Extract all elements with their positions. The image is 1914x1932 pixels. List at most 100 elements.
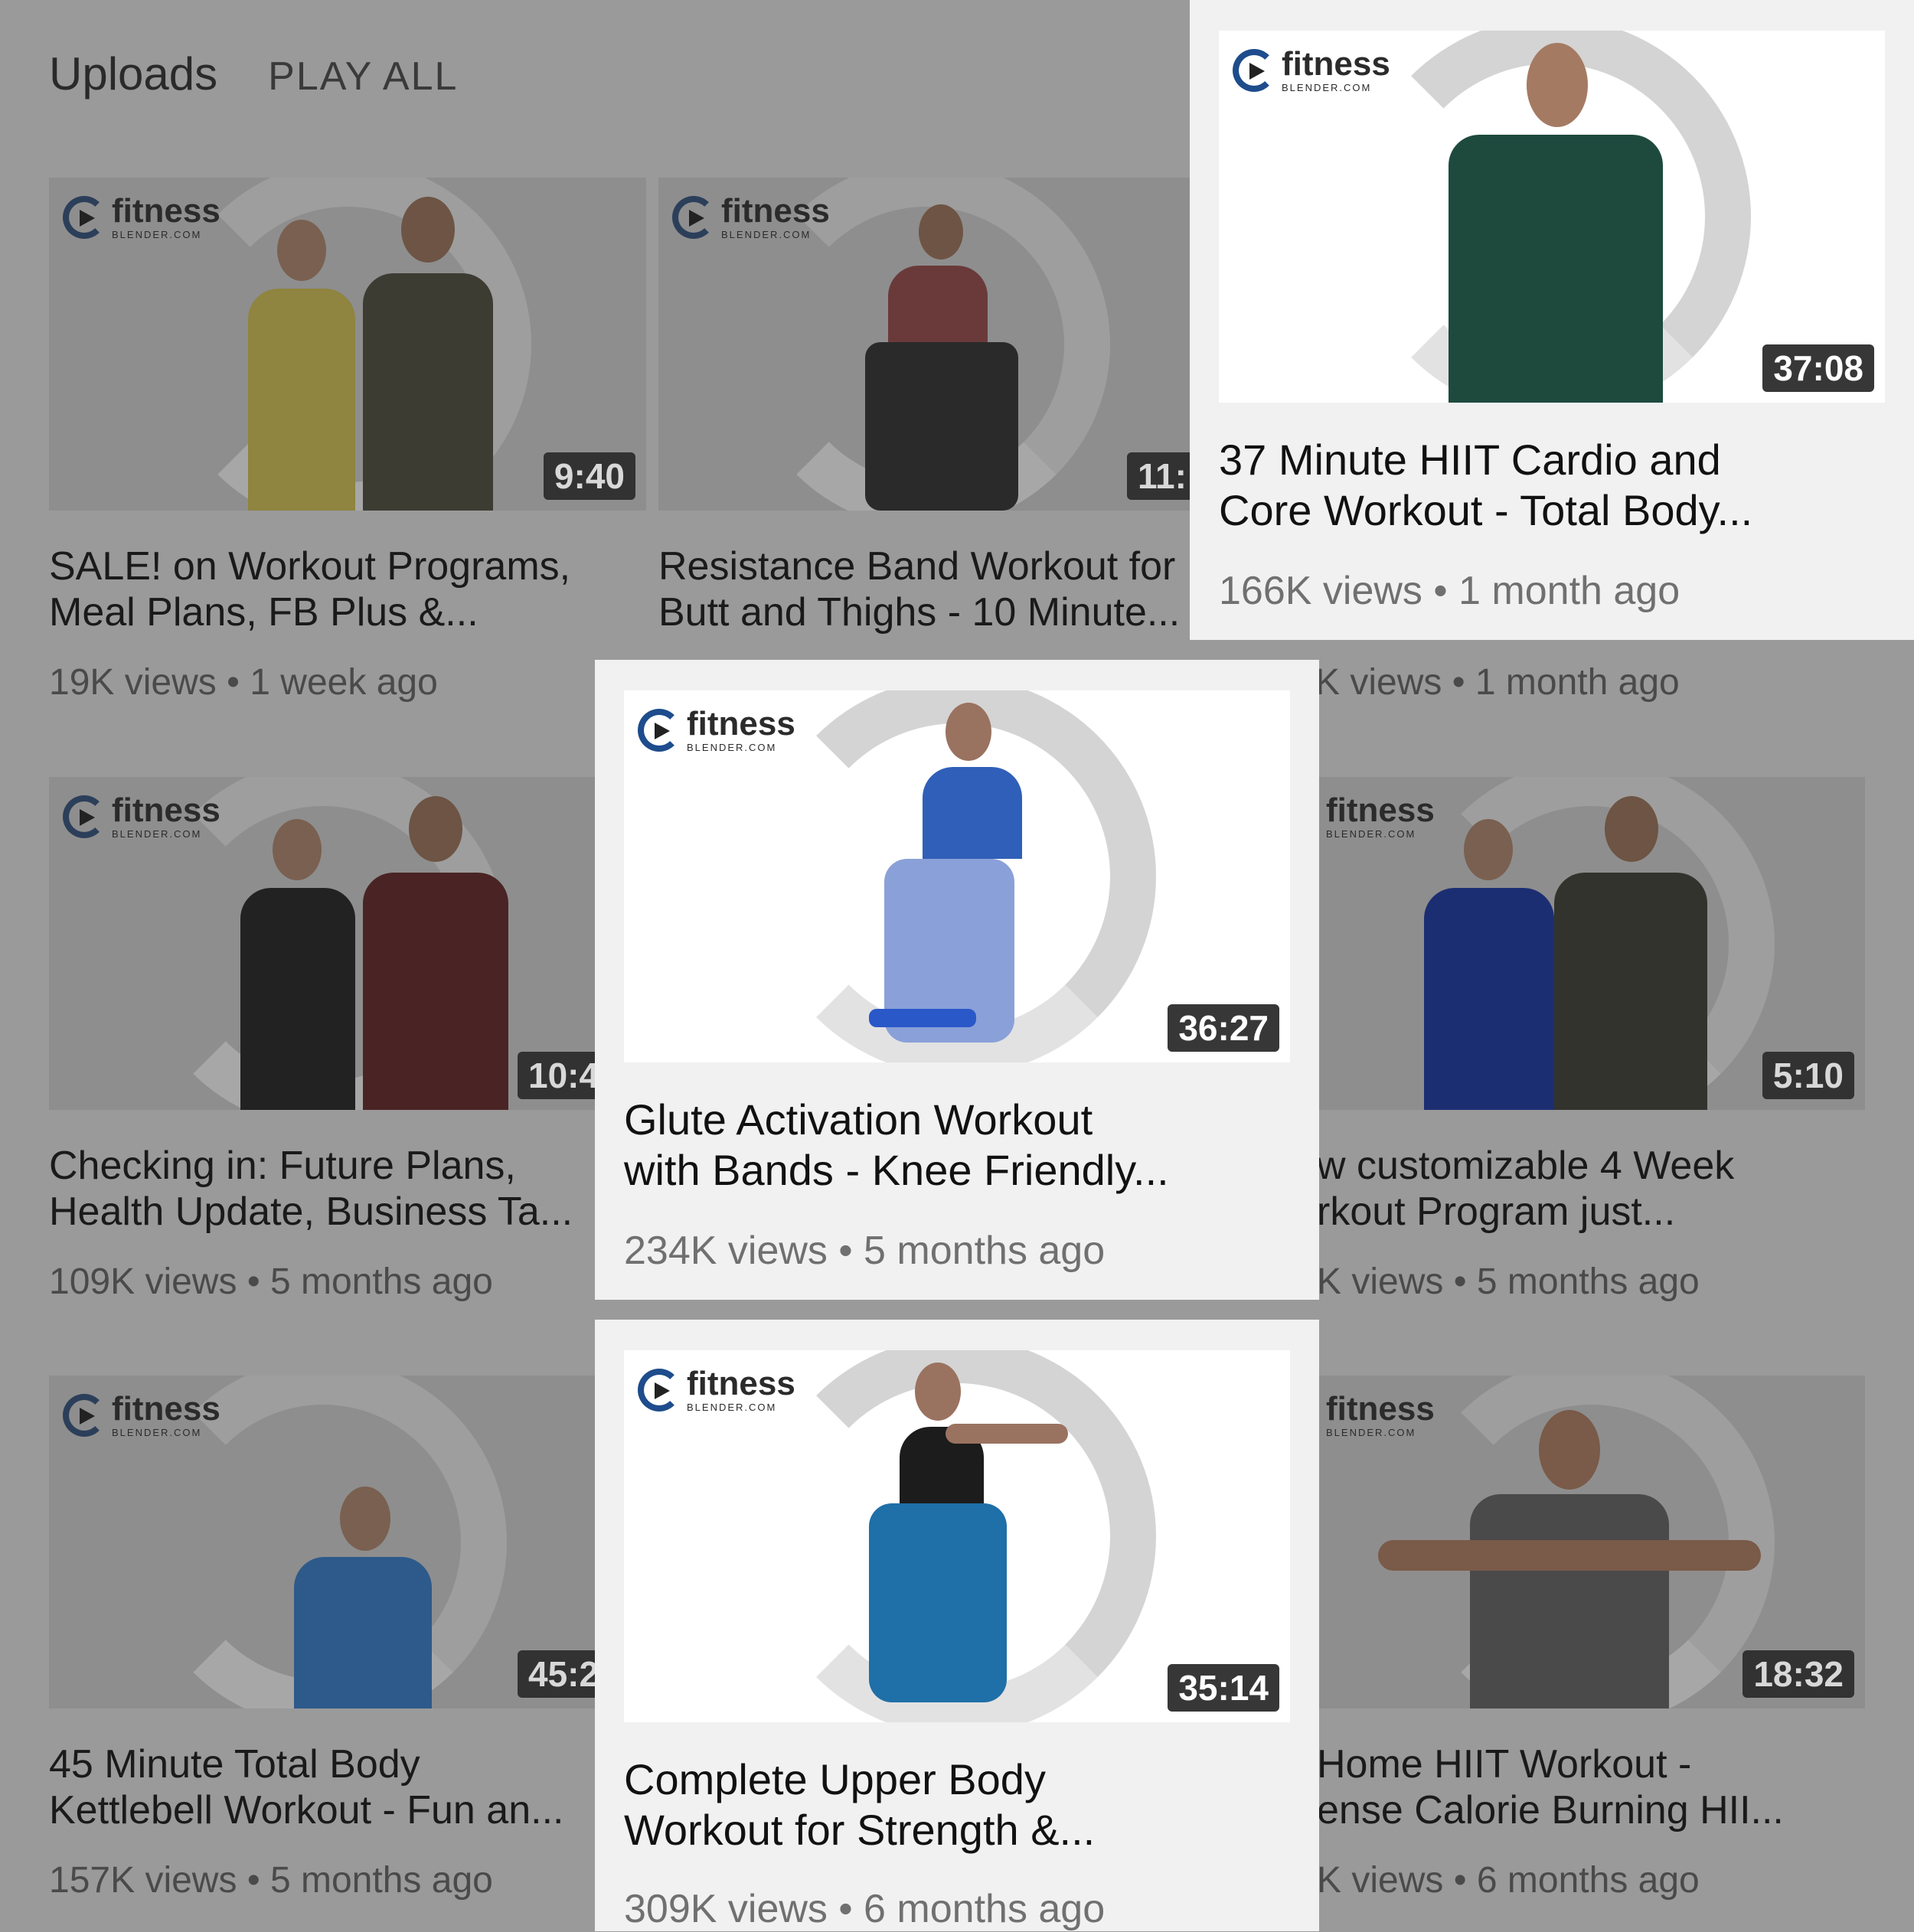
video-title[interactable]: Resistance Band Workout for Butt and Thi… (658, 543, 1194, 635)
video-card[interactable]: fitness BLENDER.COM 5:10 w customizable 4… (1317, 777, 1865, 1328)
upload-age: 6 months ago (1476, 1860, 1700, 1901)
brand-logo: fitness BLENDER.COM (63, 794, 220, 839)
video-duration: 45:2 (518, 1650, 597, 1698)
video-card[interactable]: fitness BLENDER.COM 18:32 Home HIIT Worko… (1317, 1376, 1865, 1927)
upload-age: 6 months ago (864, 1887, 1106, 1931)
video-card[interactable]: fitness BLENDER.COM 45:2 45 Minute Total … (49, 1376, 597, 1927)
video-card[interactable]: fitness BLENDER.COM 9:40 SALE! on Workout… (49, 178, 646, 729)
view-count: 166K views (1219, 569, 1422, 613)
meta-separator: • (838, 1887, 853, 1931)
video-title[interactable]: Complete Upper Body Workout for Strength… (624, 1754, 1290, 1854)
play-logo-icon (63, 795, 106, 838)
upload-age: 1 week ago (250, 662, 438, 703)
meta-separator: • (1453, 1860, 1467, 1901)
person-figure (869, 703, 1037, 1062)
person-figure (279, 1487, 447, 1708)
view-count: K views (1317, 1860, 1444, 1901)
video-meta: 166K views • 1 month ago (1219, 568, 1680, 614)
video-title[interactable]: Checking in: Future Plans, Health Update… (49, 1143, 597, 1235)
meta-separator: • (838, 1229, 853, 1273)
video-meta: K views • 1 month ago (1315, 661, 1680, 703)
meta-separator: • (1433, 569, 1448, 613)
video-meta: K views • 5 months ago (1317, 1261, 1700, 1303)
video-duration: 18:32 (1743, 1650, 1854, 1698)
play-logo-icon (638, 708, 681, 752)
video-meta: 19K views • 1 week ago (49, 661, 438, 703)
person-figure (854, 1363, 1068, 1722)
video-meta: 157K views • 5 months ago (49, 1859, 493, 1901)
video-title[interactable]: w customizable 4 Week rkout Program just… (1317, 1143, 1865, 1235)
meta-separator: • (247, 1860, 260, 1901)
upload-age: 1 month ago (1458, 569, 1680, 613)
video-thumbnail[interactable]: fitness BLENDER.COM 18:32 (1317, 1376, 1865, 1708)
video-thumbnail[interactable]: fitness BLENDER.COM 9:40 (49, 178, 646, 511)
video-thumbnail[interactable]: fitness BLENDER.COM 5:10 (1317, 777, 1865, 1110)
meta-separator: • (227, 662, 240, 703)
meta-separator: • (1453, 1261, 1467, 1302)
video-title[interactable]: SALE! on Workout Programs, Meal Plans, F… (49, 543, 631, 635)
video-card[interactable]: fitness BLENDER.COM 10:4 Checking in: Fut… (49, 777, 597, 1328)
person-figure (1554, 796, 1707, 1110)
video-meta: 309K views • 6 months ago (624, 1886, 1105, 1932)
video-duration: 35:14 (1168, 1664, 1279, 1712)
person-figure (1424, 819, 1554, 1110)
video-thumbnail[interactable]: fitness BLENDER.COM 11: (658, 178, 1194, 511)
video-duration: 11: (1127, 452, 1194, 500)
video-title[interactable]: Glute Activation Workout with Bands - Kn… (624, 1095, 1290, 1194)
video-thumbnail[interactable]: fitness BLENDER.COM 35:14 (624, 1350, 1290, 1722)
person-figure (1378, 1410, 1761, 1708)
upload-age: 5 months ago (269, 1860, 493, 1901)
video-duration: 10:4 (518, 1052, 597, 1099)
view-count: 109K views (49, 1261, 237, 1302)
brand-logo: fitness BLENDER.COM (63, 194, 220, 240)
video-thumbnail[interactable]: fitness BLENDER.COM 37:08 (1219, 31, 1885, 403)
view-count: 157K views (49, 1860, 237, 1901)
play-logo-icon (638, 1368, 681, 1411)
video-title[interactable]: 45 Minute Total Body Kettlebell Workout … (49, 1741, 597, 1833)
video-card[interactable]: fitness BLENDER.COM 11: Resistance Band W… (658, 178, 1194, 729)
view-count: 234K views (624, 1229, 828, 1273)
person-figure (865, 204, 1018, 511)
play-logo-icon (63, 1393, 106, 1437)
view-count: 309K views (624, 1887, 828, 1931)
play-logo-icon (1233, 48, 1275, 92)
person-figure (363, 796, 508, 1110)
meta-separator: • (247, 1261, 260, 1302)
play-all-button[interactable]: PLAY ALL (268, 54, 458, 100)
video-duration: 37:08 (1762, 344, 1874, 392)
brand-logo: fitness BLENDER.COM (672, 194, 830, 240)
video-thumbnail[interactable]: fitness BLENDER.COM 36:27 (624, 690, 1290, 1062)
video-duration: 36:27 (1168, 1004, 1279, 1052)
play-logo-icon (63, 195, 106, 239)
video-card-highlighted[interactable]: fitness BLENDER.COM 37:08 37 Minute HIIT … (1190, 0, 1914, 640)
video-meta: K views • 6 months ago (1317, 1859, 1700, 1901)
play-logo-icon (672, 195, 715, 239)
video-duration: 9:40 (543, 452, 635, 500)
video-meta: 234K views • 5 months ago (624, 1228, 1105, 1274)
brand-logo: fitness BLENDER.COM (63, 1392, 220, 1438)
upload-age: 5 months ago (864, 1229, 1106, 1273)
video-thumbnail[interactable]: fitness BLENDER.COM 10:4 (49, 777, 597, 1110)
video-title[interactable]: Home HIIT Workout - ense Calorie Burning… (1317, 1741, 1865, 1833)
view-count: 19K views (49, 662, 217, 703)
section-title: Uploads (49, 48, 218, 100)
upload-age: 5 months ago (1476, 1261, 1700, 1302)
video-card-highlighted[interactable]: fitness BLENDER.COM 36:27 Glute Activatio… (595, 660, 1319, 1300)
video-thumbnail[interactable]: fitness BLENDER.COM 45:2 (49, 1376, 597, 1708)
brand-logo: fitness BLENDER.COM (1233, 47, 1390, 93)
section-header: Uploads PLAY ALL (49, 47, 458, 100)
meta-separator: • (1452, 662, 1465, 703)
upload-age: 5 months ago (269, 1261, 493, 1302)
brand-logo: fitness BLENDER.COM (638, 707, 795, 752)
upload-age: 1 month ago (1475, 662, 1680, 703)
person-figure (248, 220, 355, 511)
view-count: K views (1315, 662, 1442, 703)
video-meta: 109K views • 5 months ago (49, 1261, 493, 1303)
video-duration: 5:10 (1762, 1052, 1854, 1099)
video-title[interactable]: 37 Minute HIIT Cardio and Core Workout -… (1219, 435, 1885, 534)
person-figure (240, 819, 355, 1110)
view-count: K views (1317, 1261, 1444, 1302)
video-card-highlighted[interactable]: fitness BLENDER.COM 35:14 Complete Upper … (595, 1320, 1319, 1931)
brand-logo: fitness BLENDER.COM (638, 1367, 795, 1412)
person-figure (1449, 43, 1663, 403)
